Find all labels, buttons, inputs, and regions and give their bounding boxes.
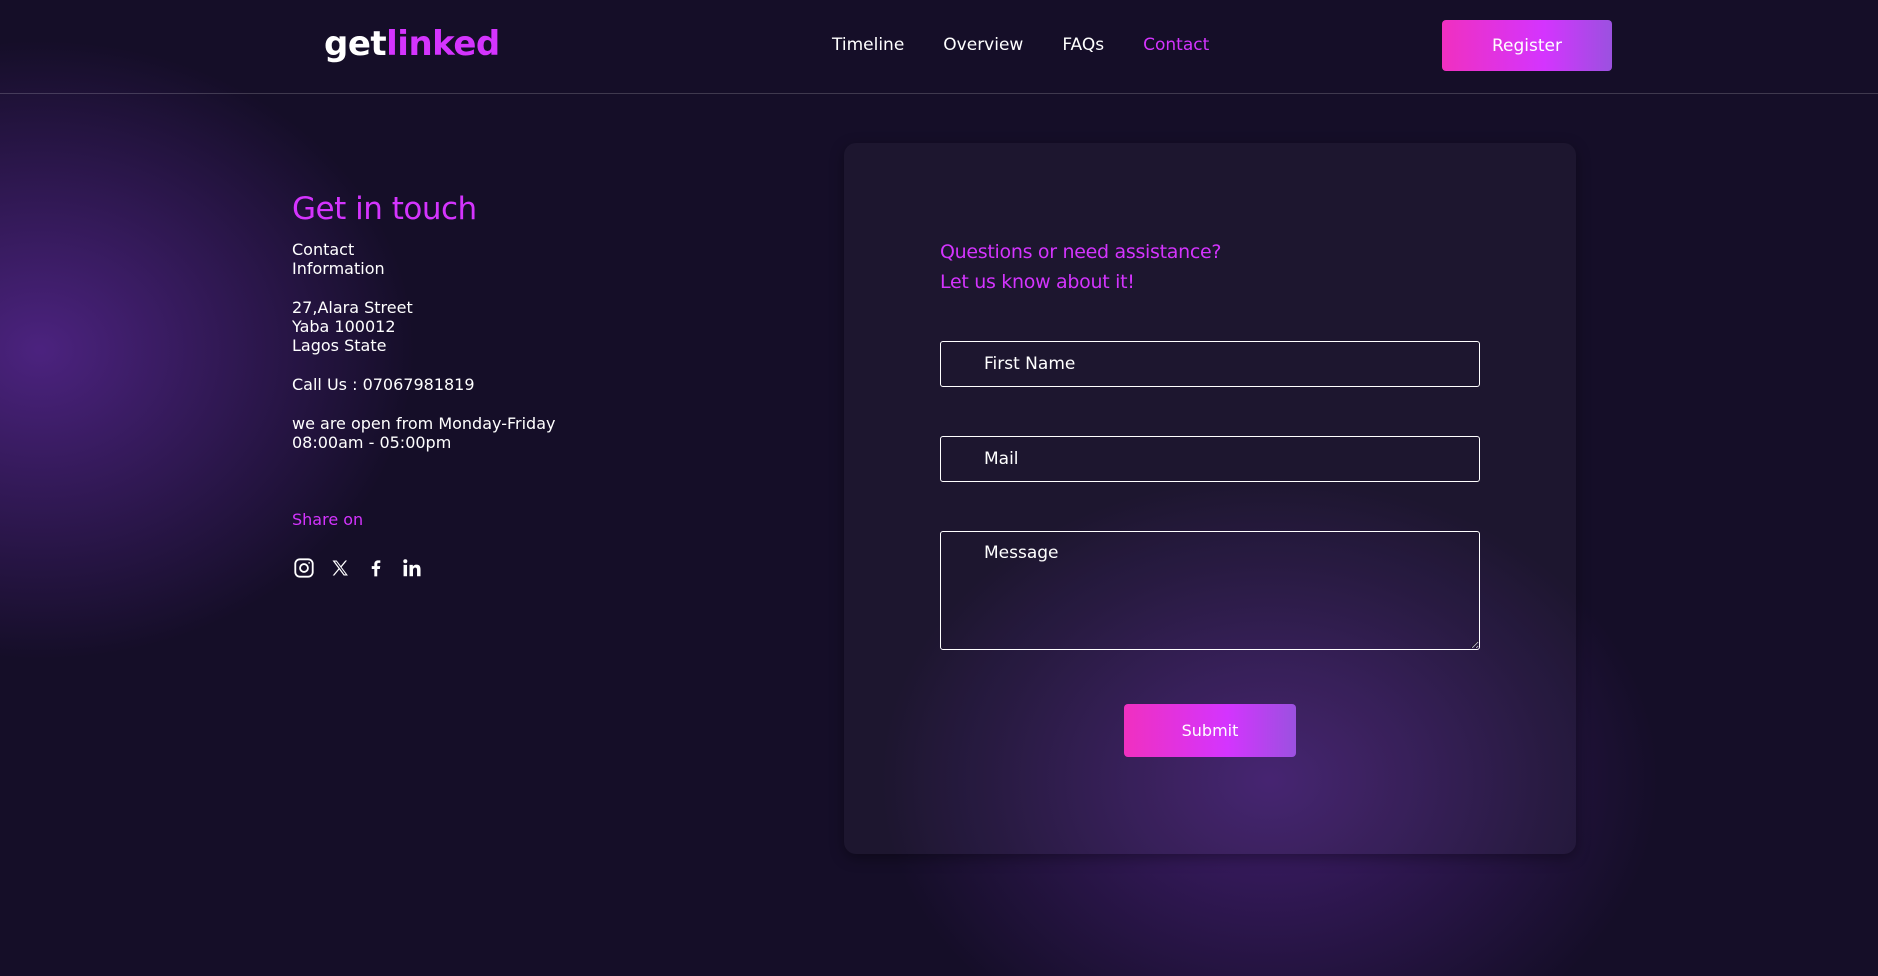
contact-info-label-line1: Contact — [292, 240, 355, 259]
form-heading-line2: Let us know about it! — [940, 271, 1135, 293]
instagram-icon[interactable] — [292, 556, 316, 580]
submit-button[interactable]: Submit — [1124, 704, 1296, 757]
phone-text: Call Us : 07067981819 — [292, 375, 475, 394]
page: getlinked Timeline Overview FAQs Contact… — [0, 0, 1878, 976]
logo-text-linked: linked — [386, 24, 500, 64]
address-line3: Lagos State — [292, 336, 387, 355]
form-heading-line1: Questions or need assistance? — [940, 241, 1222, 263]
nav-link-faqs[interactable]: FAQs — [1062, 33, 1104, 57]
phone: Call Us : 07067981819 — [292, 375, 712, 394]
contact-info-section: Get in touch Contact Information 27,Alar… — [292, 188, 712, 580]
first-name-input[interactable] — [940, 341, 1480, 387]
form-heading: Questions or need assistance? Let us kno… — [940, 237, 1222, 297]
social-links — [292, 556, 712, 580]
register-button[interactable]: Register — [1442, 20, 1612, 71]
logo-text-get: get — [324, 24, 387, 64]
contact-info-label-line2: Information — [292, 259, 385, 278]
nav-link-overview[interactable]: Overview — [943, 33, 1023, 57]
logo[interactable]: getlinked — [324, 22, 500, 66]
contact-info-label: Contact Information — [292, 240, 712, 278]
address-line1: 27,Alara Street — [292, 298, 413, 317]
facebook-icon[interactable] — [364, 556, 388, 580]
contact-form-card: Questions or need assistance? Let us kno… — [844, 143, 1576, 854]
address-line2: Yaba 100012 — [292, 317, 396, 336]
site-header: getlinked Timeline Overview FAQs Contact… — [0, 0, 1878, 94]
x-icon[interactable] — [328, 556, 352, 580]
opening-hours: we are open from Monday-Friday 08:00am -… — [292, 414, 712, 452]
nav-link-contact[interactable]: Contact — [1143, 33, 1209, 57]
nav-link-timeline[interactable]: Timeline — [832, 33, 904, 57]
contact-title: Get in touch — [292, 191, 477, 227]
main-nav: Timeline Overview FAQs Contact — [832, 33, 1248, 57]
address: 27,Alara Street Yaba 100012 Lagos State — [292, 298, 712, 355]
hours-line1: we are open from Monday-Friday — [292, 414, 556, 433]
share-label: Share on — [292, 510, 364, 529]
hours-line2: 08:00am - 05:00pm — [292, 433, 452, 452]
message-textarea[interactable] — [940, 531, 1480, 650]
mail-input[interactable] — [940, 436, 1480, 482]
linkedin-icon[interactable] — [400, 556, 424, 580]
